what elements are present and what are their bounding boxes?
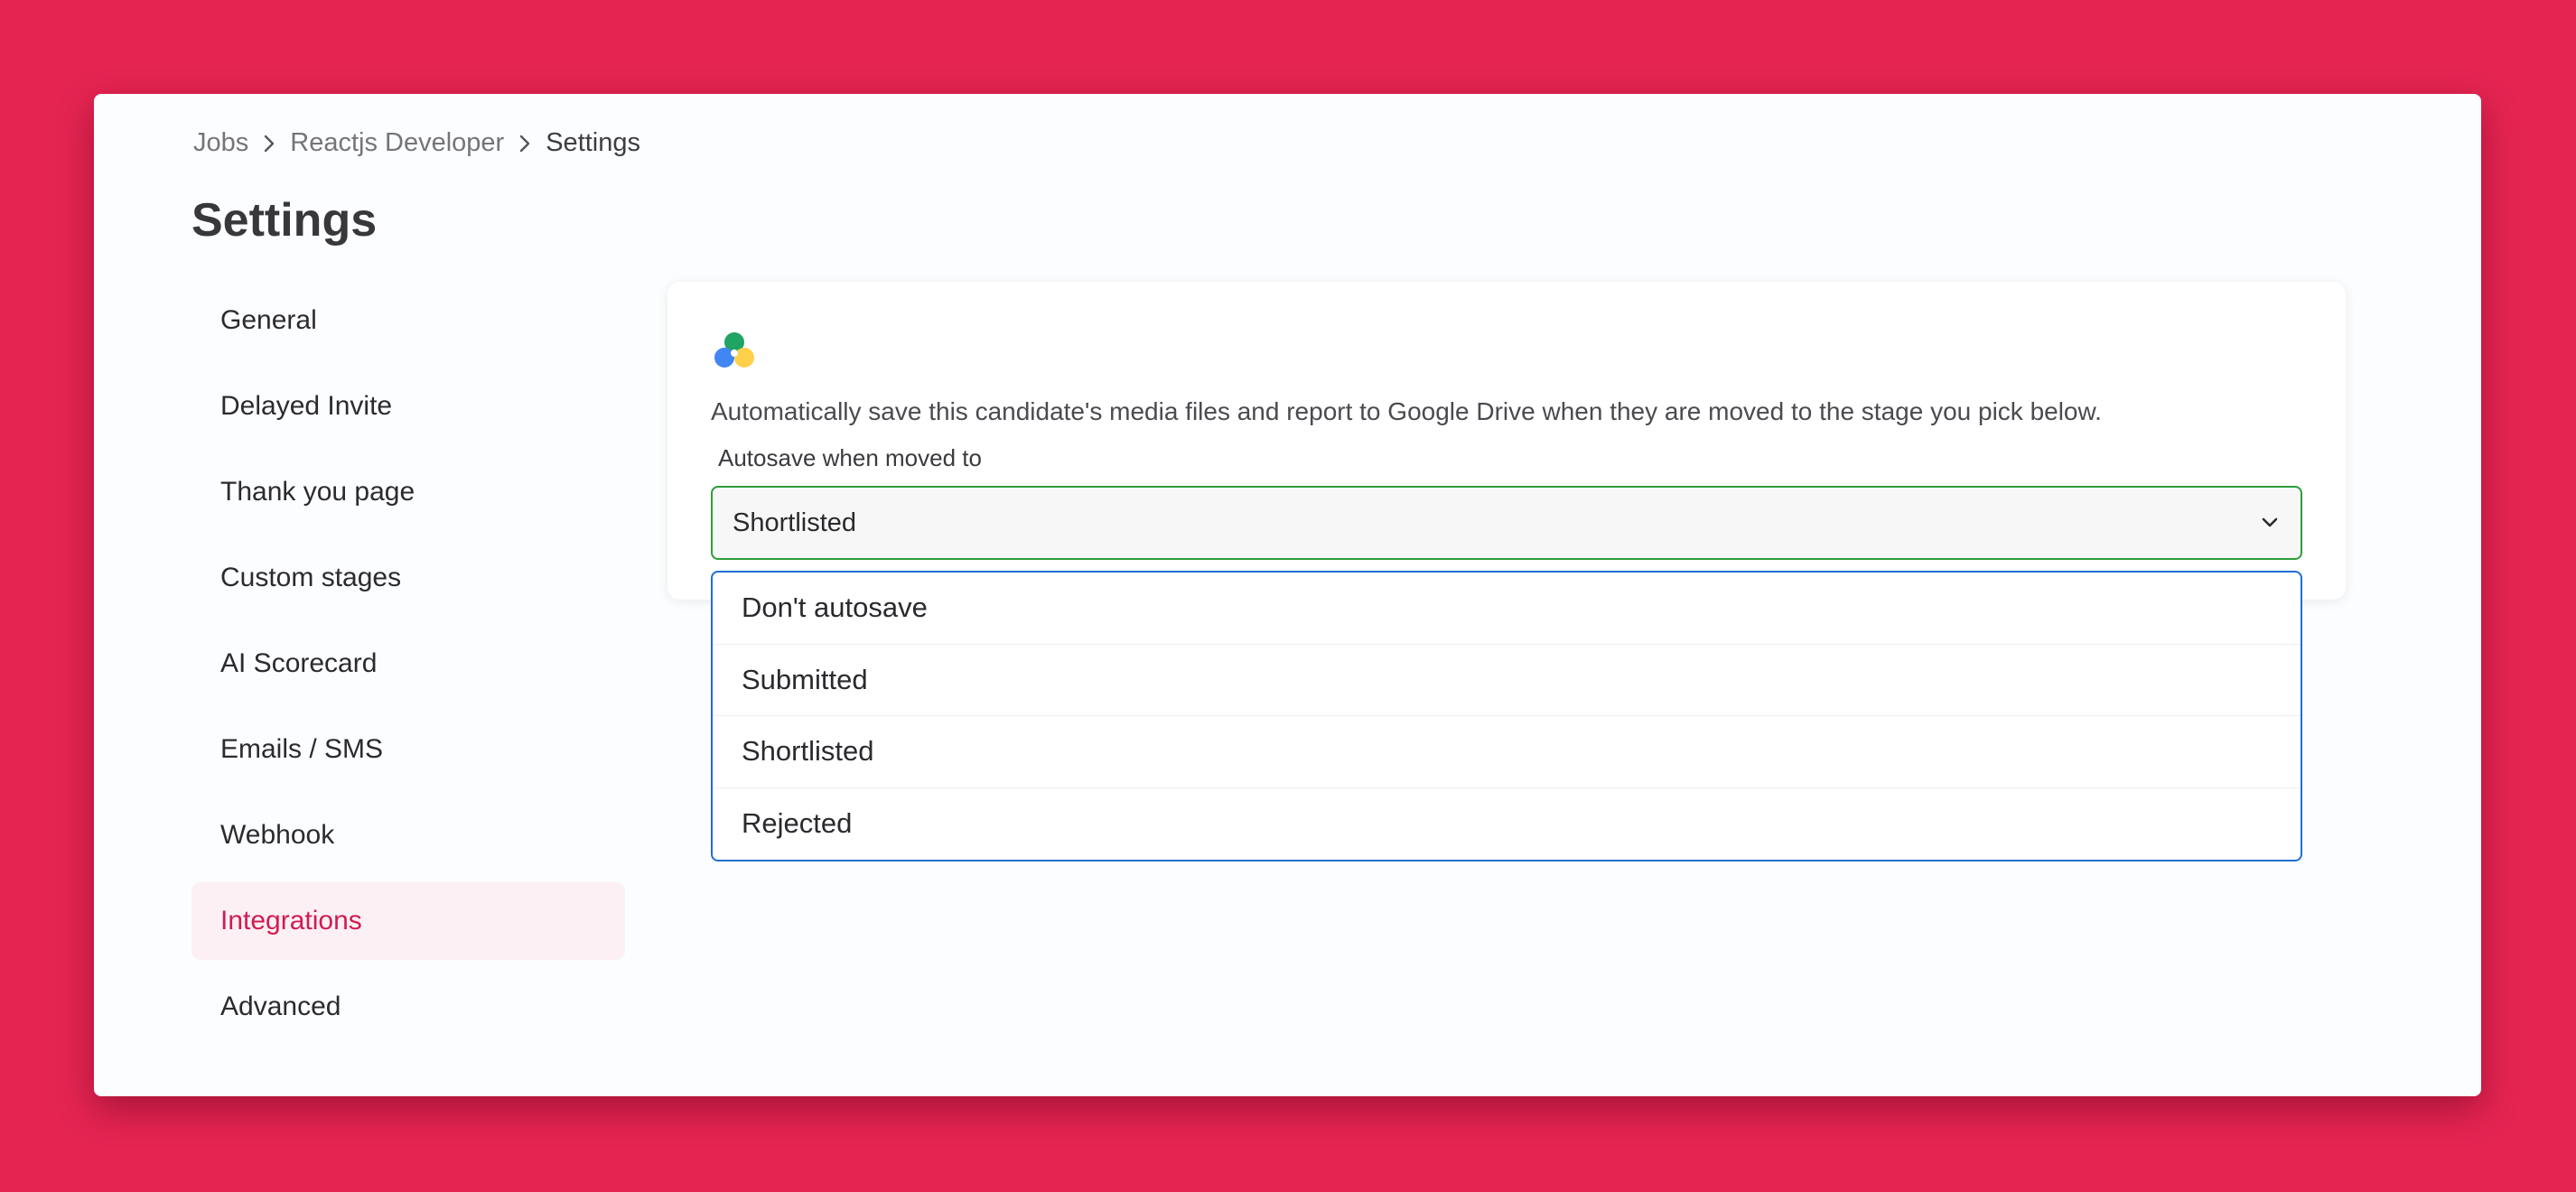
breadcrumb: Jobs Reactjs Developer Settings xyxy=(193,128,640,158)
sidebar-item-webhook[interactable]: Webhook xyxy=(191,796,625,874)
google-drive-integration-card: Automatically save this candidate's medi… xyxy=(667,282,2346,600)
sidebar-item-integrations[interactable]: Integrations xyxy=(191,882,625,960)
sidebar-item-advanced[interactable]: Advanced xyxy=(191,968,625,1046)
chevron-down-icon xyxy=(2257,510,2282,535)
option-submitted[interactable]: Submitted xyxy=(713,645,2301,716)
breadcrumb-settings: Settings xyxy=(546,128,641,157)
integration-description: Automatically save this candidate's medi… xyxy=(711,397,2102,425)
google-drive-icon xyxy=(711,329,758,372)
sidebar-item-thank-you-page[interactable]: Thank you page xyxy=(191,453,625,531)
sidebar-item-emails-sms[interactable]: Emails / SMS xyxy=(191,711,625,788)
autosave-stage-dropdown: Don't autosave Submitted Shortlisted Rej… xyxy=(711,571,2302,861)
autosave-stage-select[interactable]: Shortlisted xyxy=(711,486,2302,560)
chevron-right-icon xyxy=(248,130,290,157)
option-rejected[interactable]: Rejected xyxy=(713,788,2301,861)
breadcrumb-job[interactable]: Reactjs Developer xyxy=(290,128,504,158)
autosave-stage-label: Autosave when moved to xyxy=(718,444,982,471)
sidebar-item-delayed-invite[interactable]: Delayed Invite xyxy=(191,368,625,445)
sidebar-item-ai-scorecard[interactable]: AI Scorecard xyxy=(191,625,625,703)
sidebar-item-general[interactable]: General xyxy=(191,282,625,359)
option-shortlisted[interactable]: Shortlisted xyxy=(713,716,2301,788)
settings-sidebar: General Delayed Invite Thank you page Cu… xyxy=(191,282,625,1054)
autosave-stage-selected-value: Shortlisted xyxy=(733,508,857,537)
chevron-right-icon xyxy=(504,130,546,157)
sidebar-item-custom-stages[interactable]: Custom stages xyxy=(191,539,625,617)
settings-window: Jobs Reactjs Developer Settings Settings… xyxy=(94,94,2481,1096)
page-title: Settings xyxy=(191,194,378,247)
option-dont-autosave[interactable]: Don't autosave xyxy=(713,573,2301,645)
breadcrumb-jobs[interactable]: Jobs xyxy=(193,128,248,158)
